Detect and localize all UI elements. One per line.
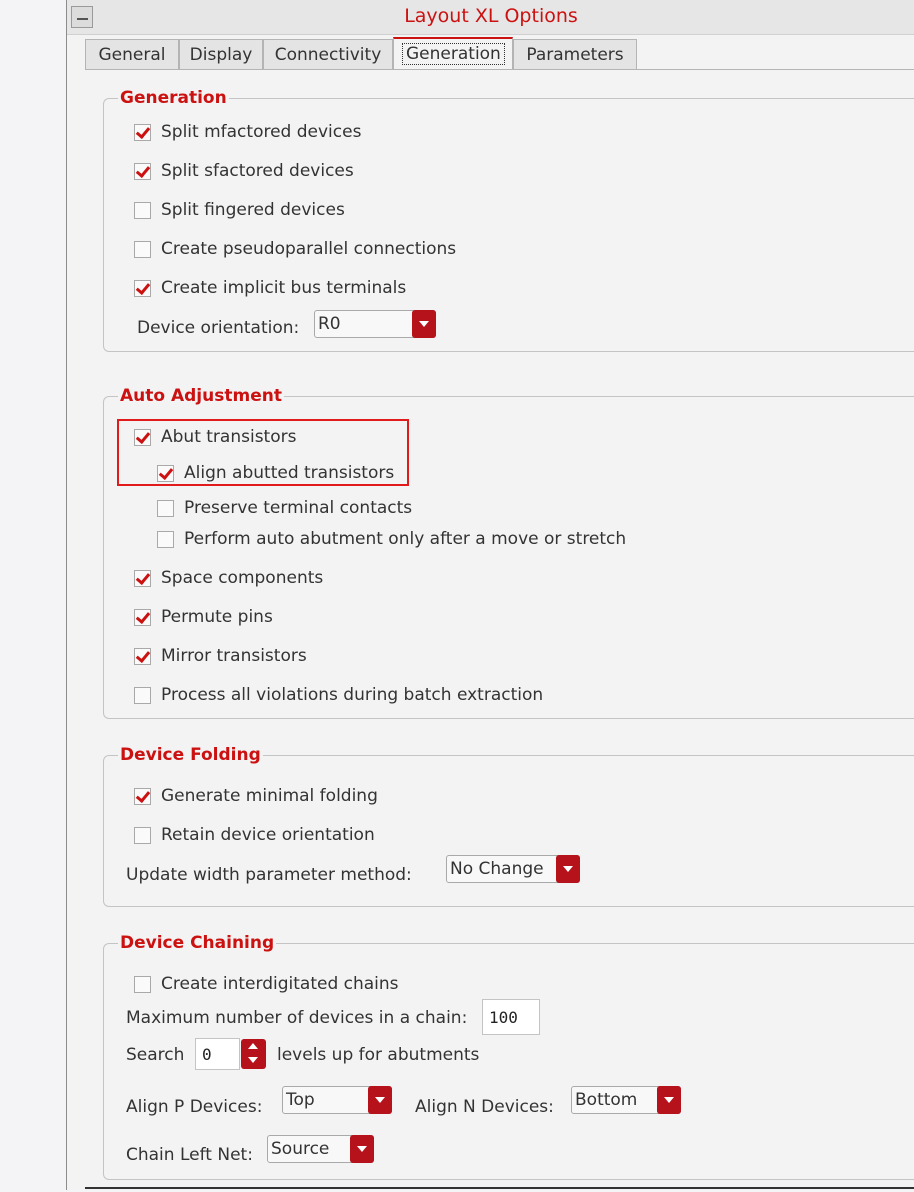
checkbox-icon[interactable]	[134, 975, 151, 993]
tab-parameters[interactable]: Parameters	[513, 39, 637, 69]
bottom-divider	[85, 1187, 914, 1189]
permute-pins-checkbox[interactable]: Permute pins	[134, 606, 273, 628]
space-components-checkbox[interactable]: Space components	[134, 567, 323, 589]
select-value: Top	[286, 1090, 315, 1110]
device-chaining-heading: Device Chaining	[118, 933, 277, 953]
search-levels-input[interactable]: 0	[195, 1038, 240, 1070]
checkbox-label: Preserve terminal contacts	[184, 498, 413, 518]
chevron-down-icon[interactable]	[556, 855, 580, 883]
checkbox-icon[interactable]	[134, 201, 151, 219]
checkbox-icon[interactable]	[134, 240, 151, 258]
create-implicit-bus-checkbox[interactable]: Create implicit bus terminals	[134, 277, 406, 299]
select-value: Source	[271, 1139, 330, 1159]
generate-minimal-folding-checkbox[interactable]: Generate minimal folding	[134, 785, 378, 807]
checkbox-label: Generate minimal folding	[161, 786, 378, 806]
generation-group: Generation Split mfactored devices Split…	[103, 88, 914, 352]
checkbox-icon[interactable]	[157, 530, 174, 548]
search-label: Search	[126, 1045, 185, 1065]
checkbox-icon[interactable]	[134, 162, 151, 180]
checkbox-icon[interactable]	[157, 499, 174, 517]
abutment-highlight-box	[117, 419, 409, 486]
checkbox-label: Perform auto abutment only after a move …	[184, 529, 627, 549]
search-suffix-label: levels up for abutments	[277, 1045, 480, 1065]
checkbox-icon[interactable]	[134, 686, 151, 704]
align-n-label: Align N Devices:	[415, 1097, 554, 1117]
checkbox-icon[interactable]	[134, 569, 151, 587]
tab-display[interactable]: Display	[179, 39, 263, 69]
checkbox-icon[interactable]	[134, 787, 151, 805]
max-devices-input[interactable]: 100	[482, 999, 540, 1035]
retain-device-orientation-checkbox[interactable]: Retain device orientation	[134, 824, 375, 846]
tab-connectivity[interactable]: Connectivity	[263, 39, 393, 69]
process-all-violations-checkbox[interactable]: Process all violations during batch extr…	[134, 684, 543, 706]
select-value: Bottom	[575, 1090, 638, 1110]
chevron-down-icon[interactable]	[657, 1086, 681, 1114]
search-levels-stepper[interactable]	[241, 1039, 266, 1069]
align-n-select[interactable]: Bottom	[571, 1086, 681, 1114]
chain-left-net-label: Chain Left Net:	[126, 1145, 253, 1165]
checkbox-label: Space components	[161, 568, 324, 588]
width-method-select[interactable]: No Change	[446, 855, 580, 883]
checkbox-label: Create interdigitated chains	[161, 974, 399, 994]
checkbox-label: Permute pins	[161, 607, 273, 627]
device-folding-heading: Device Folding	[118, 745, 263, 765]
generation-heading: Generation	[118, 88, 229, 108]
auto-adjustment-heading: Auto Adjustment	[118, 386, 284, 406]
tab-generation-label: Generation	[402, 43, 505, 65]
checkbox-icon[interactable]	[134, 647, 151, 665]
checkbox-label: Retain device orientation	[161, 825, 375, 845]
tab-generation[interactable]: Generation	[393, 37, 513, 70]
checkbox-icon[interactable]	[134, 826, 151, 844]
chain-left-net-select[interactable]: Source	[267, 1135, 374, 1163]
create-interdigitated-checkbox[interactable]: Create interdigitated chains	[134, 973, 399, 995]
align-p-label: Align P Devices:	[126, 1097, 263, 1117]
checkbox-label: Process all violations during batch extr…	[161, 685, 544, 705]
preserve-terminal-contacts-checkbox[interactable]: Preserve terminal contacts	[157, 497, 412, 519]
checkbox-icon[interactable]	[134, 608, 151, 626]
checkbox-icon[interactable]	[134, 279, 151, 297]
checkbox-label: Split fingered devices	[161, 200, 345, 220]
device-chaining-group: Device Chaining Create interdigitated ch…	[103, 933, 914, 1180]
max-devices-label: Maximum number of devices in a chain:	[126, 1008, 468, 1028]
window-title: Layout XL Options	[404, 5, 578, 27]
checkbox-label: Split sfactored devices	[161, 161, 354, 181]
width-method-label: Update width parameter method:	[126, 865, 412, 885]
select-value: No Change	[450, 859, 544, 879]
split-sfactored-checkbox[interactable]: Split sfactored devices	[134, 160, 354, 182]
split-fingered-checkbox[interactable]: Split fingered devices	[134, 199, 345, 221]
tab-divider	[85, 69, 914, 70]
auto-abutment-after-move-checkbox[interactable]: Perform auto abutment only after a move …	[157, 528, 626, 550]
checkbox-label: Split mfactored devices	[161, 122, 362, 142]
tab-general[interactable]: General	[85, 39, 179, 69]
chevron-down-icon[interactable]	[368, 1086, 392, 1114]
device-folding-group: Device Folding Generate minimal folding …	[103, 745, 914, 907]
checkbox-label: Create implicit bus terminals	[161, 278, 407, 298]
split-mfactored-checkbox[interactable]: Split mfactored devices	[134, 121, 361, 143]
layout-xl-options-window: Layout XL Options General Display Connec…	[66, 0, 914, 1190]
create-pseudoparallel-checkbox[interactable]: Create pseudoparallel connections	[134, 238, 456, 260]
device-orientation-select[interactable]: R0	[314, 310, 436, 338]
checkbox-icon[interactable]	[134, 123, 151, 141]
checkbox-label: Create pseudoparallel connections	[161, 239, 457, 259]
select-value: R0	[318, 314, 341, 334]
mirror-transistors-checkbox[interactable]: Mirror transistors	[134, 645, 307, 667]
align-p-select[interactable]: Top	[282, 1086, 392, 1114]
chevron-down-icon[interactable]	[350, 1135, 374, 1163]
title-bar: Layout XL Options	[67, 0, 914, 35]
device-orientation-label: Device orientation:	[137, 318, 300, 338]
chevron-down-icon[interactable]	[412, 310, 436, 338]
checkbox-label: Mirror transistors	[161, 646, 307, 666]
